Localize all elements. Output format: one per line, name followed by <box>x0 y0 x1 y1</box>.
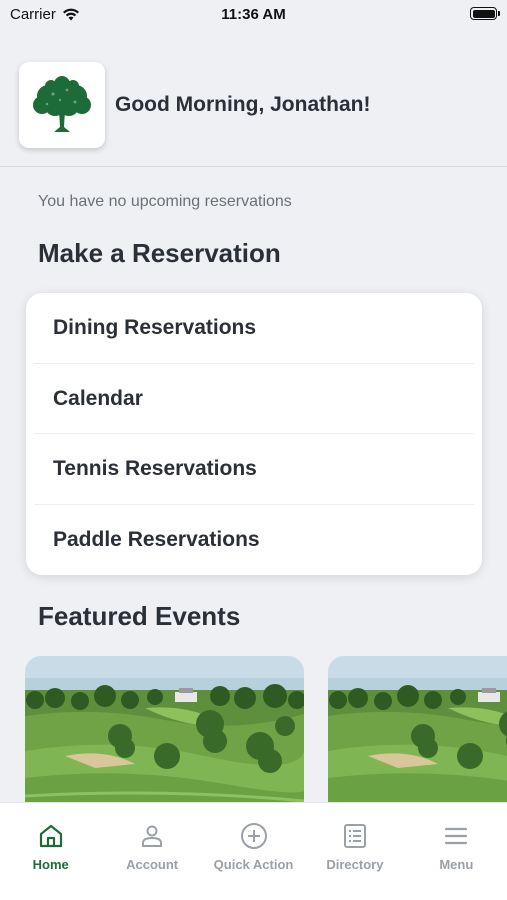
plus-circle-icon <box>239 821 269 851</box>
header-divider <box>0 166 507 167</box>
featured-events-title: Featured Events <box>38 601 241 631</box>
tab-quick-action-label: Quick Action <box>213 857 294 872</box>
calendar-item[interactable]: Calendar <box>26 364 482 435</box>
no-reservations-message: You have no upcoming reservations <box>38 193 292 210</box>
battery-icon <box>470 7 500 20</box>
tab-account-label: Account <box>126 857 179 872</box>
oak-tree-icon <box>33 76 91 132</box>
home-screen: Carrier 11:36 AM Good Morning, Jonathan!… <box>0 0 507 900</box>
tab-directory[interactable]: Directory <box>304 803 405 900</box>
paddle-reservations-item[interactable]: Paddle Reservations <box>26 505 482 576</box>
list-icon <box>340 821 370 851</box>
dining-reservations-label: Dining Reservations <box>53 316 257 340</box>
dining-reservations-item[interactable]: Dining Reservations <box>26 293 482 364</box>
event-card[interactable] <box>328 656 507 802</box>
tab-directory-label: Directory <box>326 857 384 872</box>
header: Good Morning, Jonathan! <box>19 62 370 148</box>
tab-menu-label: Menu <box>439 857 474 872</box>
status-time: 11:36 AM <box>221 6 286 23</box>
tab-account[interactable]: Account <box>101 803 202 900</box>
tab-home[interactable]: Home <box>0 803 101 900</box>
tab-quick-action[interactable]: Quick Action <box>203 803 304 900</box>
paddle-reservations-label: Paddle Reservations <box>53 527 260 551</box>
reservation-options-card: Dining Reservations Calendar Tennis Rese… <box>26 293 482 575</box>
featured-events-carousel[interactable] <box>25 656 507 802</box>
hamburger-icon <box>441 821 471 851</box>
tennis-reservations-item[interactable]: Tennis Reservations <box>26 434 482 505</box>
tab-home-label: Home <box>32 857 69 872</box>
club-logo[interactable] <box>19 62 105 148</box>
person-icon <box>137 821 167 851</box>
tab-menu[interactable]: Menu <box>406 803 507 900</box>
home-icon <box>36 821 66 851</box>
tennis-reservations-label: Tennis Reservations <box>53 457 257 481</box>
status-bar: Carrier 11:36 AM <box>0 0 507 30</box>
event-card[interactable] <box>25 656 304 802</box>
make-reservation-title: Make a Reservation <box>38 238 281 268</box>
tab-bar: Home Account Quick Action Directory Menu <box>0 802 507 900</box>
calendar-label: Calendar <box>53 386 143 410</box>
golf-course-image <box>328 656 507 802</box>
greeting-text: Good Morning, Jonathan! <box>115 93 371 116</box>
golf-course-image <box>25 656 304 802</box>
